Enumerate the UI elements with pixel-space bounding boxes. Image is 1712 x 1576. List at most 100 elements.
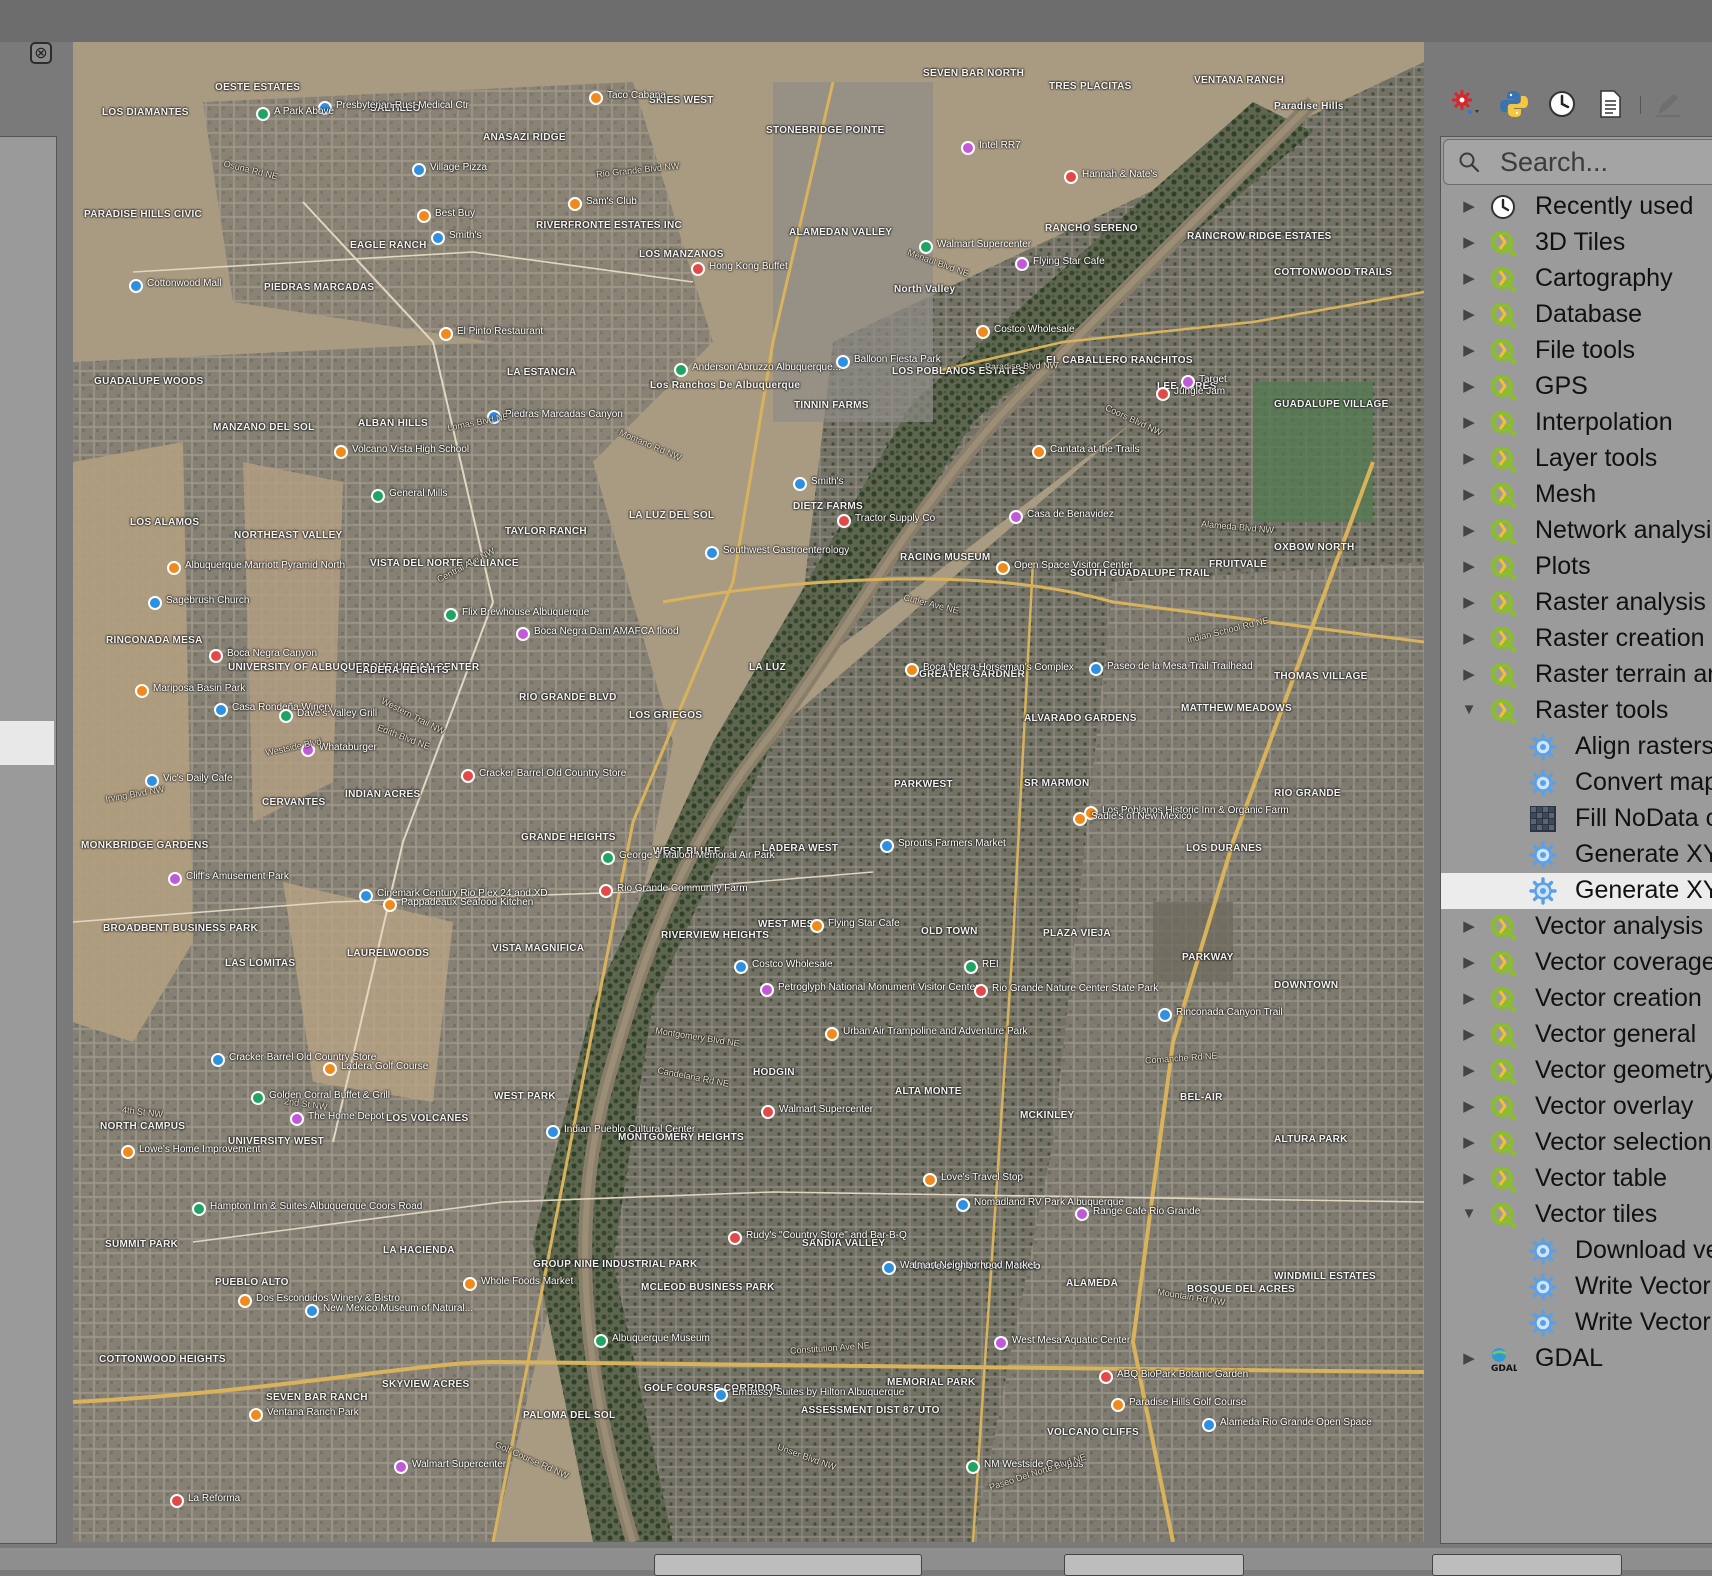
history-icon[interactable] — [1546, 88, 1578, 120]
expand-arrow-down-icon[interactable]: ▼ — [1461, 1205, 1477, 1222]
expand-arrow-right-icon[interactable]: ▶ — [1461, 665, 1477, 683]
expand-arrow-right-icon[interactable]: ▶ — [1461, 989, 1477, 1007]
edit-icon[interactable] — [1652, 88, 1684, 120]
map-poi-marker-icon[interactable] — [810, 919, 824, 933]
map-poi-marker-icon[interactable] — [444, 608, 458, 622]
map-poi-marker-icon[interactable] — [594, 1334, 608, 1348]
map-poi-marker-icon[interactable] — [412, 163, 426, 177]
provider-group[interactable]: ▶ Network analysis — [1441, 513, 1712, 549]
provider-group[interactable]: ▶ Vector analysis — [1441, 909, 1712, 945]
map-poi-marker-icon[interactable] — [1064, 170, 1078, 184]
algorithm-item[interactable]: Generate XYZ tiles (MBTiles) — [1441, 873, 1712, 909]
map-poi-marker-icon[interactable] — [1032, 445, 1046, 459]
provider-group[interactable]: ▶ Database — [1441, 297, 1712, 333]
map-poi-marker-icon[interactable] — [359, 889, 373, 903]
map-poi-marker-icon[interactable] — [211, 1053, 225, 1067]
provider-group[interactable]: ▼ Vector tiles — [1441, 1197, 1712, 1233]
expand-arrow-right-icon[interactable]: ▶ — [1461, 1061, 1477, 1079]
map-canvas[interactable]: LOS DIAMANTES OESTE ESTATES SALTILLO ANASAZ… — [73, 42, 1424, 1542]
map-poi-marker-icon[interactable] — [371, 489, 385, 503]
magnifier-field[interactable] — [1432, 1554, 1622, 1576]
map-poi-marker-icon[interactable] — [589, 91, 603, 105]
map-poi-marker-icon[interactable] — [167, 561, 181, 575]
expand-arrow-right-icon[interactable]: ▶ — [1461, 1133, 1477, 1151]
map-poi-marker-icon[interactable] — [290, 1112, 304, 1126]
expand-arrow-right-icon[interactable]: ▶ — [1461, 449, 1477, 467]
map-poi-marker-icon[interactable] — [961, 141, 975, 155]
expand-arrow-right-icon[interactable]: ▶ — [1461, 233, 1477, 251]
map-poi-marker-icon[interactable] — [1156, 387, 1170, 401]
expand-arrow-right-icon[interactable]: ▶ — [1461, 305, 1477, 323]
map-poi-marker-icon[interactable] — [251, 1091, 265, 1105]
provider-group[interactable]: ▶ Plots — [1441, 549, 1712, 585]
map-poi-marker-icon[interactable] — [461, 769, 475, 783]
map-poi-marker-icon[interactable] — [256, 107, 270, 121]
python-icon[interactable] — [1498, 88, 1530, 120]
map-poi-marker-icon[interactable] — [394, 1460, 408, 1474]
expand-arrow-right-icon[interactable]: ▶ — [1461, 377, 1477, 395]
map-poi-marker-icon[interactable] — [734, 960, 748, 974]
map-poi-marker-icon[interactable] — [121, 1145, 135, 1159]
map-poi-marker-icon[interactable] — [546, 1125, 560, 1139]
coordinate-field[interactable] — [654, 1554, 922, 1576]
map-poi-marker-icon[interactable] — [674, 363, 688, 377]
map-poi-marker-icon[interactable] — [964, 960, 978, 974]
map-poi-marker-icon[interactable] — [728, 1231, 742, 1245]
provider-group[interactable]: ▶ Raster terrain analysis — [1441, 657, 1712, 693]
toolbox-search[interactable] — [1443, 139, 1712, 185]
results-icon[interactable] — [1594, 88, 1626, 120]
provider-group[interactable]: ▶ Vector general — [1441, 1017, 1712, 1053]
algorithm-item[interactable]: Align rasters — [1441, 729, 1712, 765]
map-poi-marker-icon[interactable] — [129, 279, 143, 293]
map-poi-marker-icon[interactable] — [1073, 812, 1087, 826]
expand-arrow-right-icon[interactable]: ▶ — [1461, 1097, 1477, 1115]
map-poi-marker-icon[interactable] — [1158, 1008, 1172, 1022]
provider-group[interactable]: ▶ Recently used — [1441, 189, 1712, 225]
scale-field[interactable] — [1064, 1554, 1244, 1576]
map-poi-marker-icon[interactable] — [923, 1173, 937, 1187]
provider-group[interactable]: ▶ GPS — [1441, 369, 1712, 405]
provider-group[interactable]: ▶ GDAL GDAL — [1441, 1341, 1712, 1377]
algorithm-item[interactable]: Convert map to raster — [1441, 765, 1712, 801]
provider-group[interactable]: ▶ Vector geometry — [1441, 1053, 1712, 1089]
map-poi-marker-icon[interactable] — [516, 627, 530, 641]
map-poi-marker-icon[interactable] — [148, 596, 162, 610]
map-poi-marker-icon[interactable] — [760, 983, 774, 997]
expand-arrow-right-icon[interactable]: ▶ — [1461, 1169, 1477, 1187]
expand-arrow-right-icon[interactable]: ▶ — [1461, 341, 1477, 359]
processing-models-icon[interactable] — [1450, 88, 1482, 120]
provider-group[interactable]: ▶ Vector selection — [1441, 1125, 1712, 1161]
map-poi-marker-icon[interactable] — [1111, 1398, 1125, 1412]
map-poi-marker-icon[interactable] — [439, 327, 453, 341]
map-poi-marker-icon[interactable] — [238, 1294, 252, 1308]
left-panel-selected-row[interactable] — [0, 721, 54, 765]
provider-group[interactable]: ▶ File tools — [1441, 333, 1712, 369]
provider-group[interactable]: ▶ Vector creation — [1441, 981, 1712, 1017]
expand-arrow-right-icon[interactable]: ▶ — [1461, 1025, 1477, 1043]
provider-group[interactable]: ▶ 3D Tiles — [1441, 225, 1712, 261]
expand-arrow-right-icon[interactable]: ▶ — [1461, 1349, 1477, 1367]
provider-group[interactable]: ▶ Raster creation — [1441, 621, 1712, 657]
map-poi-marker-icon[interactable] — [1009, 510, 1023, 524]
map-poi-marker-icon[interactable] — [956, 1198, 970, 1212]
map-poi-marker-icon[interactable] — [691, 262, 705, 276]
expand-arrow-right-icon[interactable]: ▶ — [1461, 593, 1477, 611]
map-poi-marker-icon[interactable] — [170, 1494, 184, 1508]
provider-group[interactable]: ▶ Mesh — [1441, 477, 1712, 513]
expand-arrow-right-icon[interactable]: ▶ — [1461, 557, 1477, 575]
algorithm-item[interactable]: Write Vector Tiles (XYZ) — [1441, 1305, 1712, 1341]
expand-arrow-right-icon[interactable]: ▶ — [1461, 485, 1477, 503]
map-poi-marker-icon[interactable] — [966, 1460, 980, 1474]
algorithm-item[interactable]: Fill NoData cells — [1441, 801, 1712, 837]
map-poi-marker-icon[interactable] — [568, 197, 582, 211]
expand-arrow-right-icon[interactable]: ▶ — [1461, 629, 1477, 647]
map-poi-marker-icon[interactable] — [880, 839, 894, 853]
map-poi-marker-icon[interactable] — [705, 546, 719, 560]
map-poi-marker-icon[interactable] — [249, 1408, 263, 1422]
map-poi-marker-icon[interactable] — [714, 1388, 728, 1402]
provider-group[interactable]: ▶ Vector coverage — [1441, 945, 1712, 981]
map-poi-marker-icon[interactable] — [323, 1062, 337, 1076]
provider-group[interactable]: ▶ Raster analysis — [1441, 585, 1712, 621]
map-poi-marker-icon[interactable] — [905, 663, 919, 677]
map-poi-marker-icon[interactable] — [463, 1277, 477, 1291]
